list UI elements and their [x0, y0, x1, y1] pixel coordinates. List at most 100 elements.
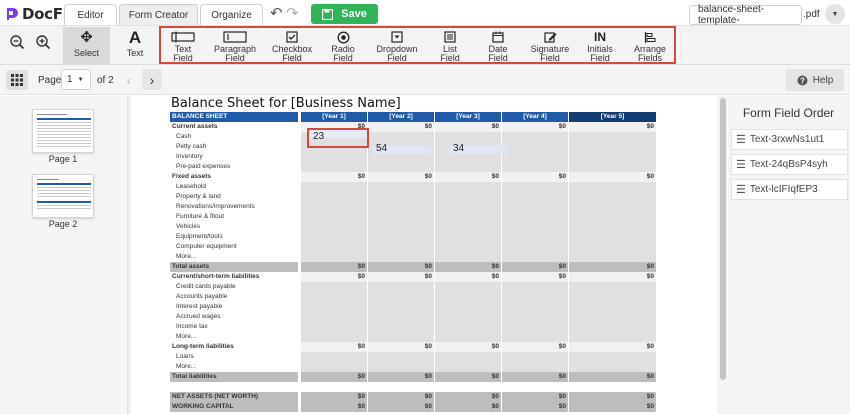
form-field-item-label: Text-24qBsP4syh	[749, 159, 828, 170]
document-viewport[interactable]: Balance Sheet for [Business Name] BALANC…	[128, 96, 718, 414]
form-field-item[interactable]: ☰ Text-24qBsP4syh	[731, 154, 848, 175]
row-label: Income tax	[176, 323, 208, 330]
row-value-cell	[568, 162, 656, 172]
zoom-in-icon[interactable]	[33, 32, 53, 52]
dropdown-field-tool[interactable]: Dropdown Field	[371, 27, 423, 64]
checkbox-field-tool[interactable]: Checkbox Field	[268, 27, 316, 64]
arrange-fields-tool[interactable]: Arrange Fields	[627, 27, 673, 64]
file-extension: .pdf	[803, 9, 820, 20]
row-value-cell: $0	[501, 272, 568, 282]
text-field-icon	[171, 29, 195, 45]
initials-field-tool[interactable]: IN Initials Field	[579, 27, 621, 64]
form-field-item[interactable]: ☰ Text-3rxwNs1ut1	[731, 129, 848, 150]
row-value-cell	[434, 242, 501, 252]
row-value-cell	[367, 302, 434, 312]
prev-page-icon[interactable]: ‹	[119, 69, 139, 90]
page-thumbnail-label-1: Page 1	[48, 154, 78, 164]
initials-field-label: Initials Field	[587, 44, 613, 63]
document-page: Balance Sheet for [Business Name] BALANC…	[131, 96, 717, 414]
row-value-cell	[434, 212, 501, 222]
table-row: Total assets $0 $0 $0 $0 $0	[170, 262, 656, 272]
page-select[interactable]: 1 ▼	[61, 69, 91, 90]
text-field-tool[interactable]: Text Field	[162, 27, 204, 64]
paragraph-field-tool[interactable]: Paragraph Field	[208, 27, 262, 64]
table-row: Income tax	[170, 322, 656, 332]
row-label: Computer equipment	[176, 243, 237, 250]
row-value-cell	[367, 312, 434, 322]
save-icon	[322, 8, 334, 20]
row-value-cell	[568, 332, 656, 342]
undo-icon[interactable]: ↶	[270, 6, 283, 22]
row-value-cell	[434, 252, 501, 262]
save-button[interactable]: Save	[311, 4, 378, 24]
signature-field-tool[interactable]: Signature Field	[525, 27, 575, 64]
page-label: Page	[38, 75, 62, 86]
list-field-tool[interactable]: List Field	[429, 27, 471, 64]
row-value-cell: $0	[434, 172, 501, 182]
row-label: Long-term liabilities	[172, 343, 234, 350]
row-value-cell: $0	[367, 262, 434, 272]
table-row: Furniture & fitout	[170, 212, 656, 222]
help-button[interactable]: ? Help	[786, 69, 844, 91]
chevron-down-icon[interactable]: ▼	[825, 4, 845, 24]
row-label: Equipment/tools	[176, 233, 223, 240]
row-value-cell	[300, 382, 367, 392]
redo-icon[interactable]: ↷	[286, 6, 299, 22]
row-label: Current/short-term liabilities	[172, 273, 260, 280]
row-value-cell	[501, 232, 568, 242]
row-label: Fixed assets	[172, 173, 212, 180]
row-value-cell	[568, 212, 656, 222]
text-tool[interactable]: A Text	[114, 27, 156, 64]
row-value-cell	[300, 192, 367, 202]
drag-handle-icon[interactable]: ☰	[736, 158, 746, 171]
row-label: Interest payable	[176, 303, 223, 310]
next-page-icon[interactable]: ›	[142, 69, 162, 90]
row-value-cell	[434, 292, 501, 302]
table-header-label: BALANCE SHEET	[170, 112, 298, 122]
row-value-cell	[300, 232, 367, 242]
table-row: Total liabilities $0 $0 $0 $0 $0	[170, 372, 656, 382]
row-value-cell	[300, 152, 367, 162]
row-value-cell	[300, 282, 367, 292]
tab-editor[interactable]: Editor	[64, 4, 117, 26]
text-field-label: Text Field	[173, 44, 193, 63]
drag-handle-icon[interactable]: ☰	[736, 133, 746, 146]
tab-organize[interactable]: Organize	[200, 4, 263, 26]
row-value-cell	[568, 142, 656, 152]
row-label: Credit cards payable	[176, 283, 236, 290]
row-value-cell: $0	[434, 272, 501, 282]
row-value-cell	[501, 352, 568, 362]
row-value-cell: $0	[434, 402, 501, 412]
filename-input[interactable]: balance-sheet-template-	[689, 4, 802, 26]
row-value-cell: $0	[367, 372, 434, 382]
row-value-cell	[367, 292, 434, 302]
row-value-cell	[568, 362, 656, 372]
row-value-cell: $0	[367, 172, 434, 182]
row-value-cell	[300, 252, 367, 262]
row-value-cell: $0	[300, 392, 367, 402]
row-value-cell	[367, 382, 434, 392]
row-value-cell: $0	[568, 172, 656, 182]
drag-handle-icon[interactable]: ☰	[736, 183, 746, 196]
table-row: Computer equipment	[170, 242, 656, 252]
row-value-cell: $0	[568, 122, 656, 132]
row-value-cell	[300, 302, 367, 312]
scrollbar-thumb[interactable]	[720, 98, 726, 380]
document-title: Balance Sheet for [Business Name]	[171, 96, 401, 111]
table-row: More...	[170, 332, 656, 342]
page-thumbnail-2[interactable]	[32, 174, 94, 218]
row-label: Leasehold	[176, 183, 206, 190]
balance-sheet-table: BALANCE SHEET [Year 1] [Year 2] [Year 3]…	[170, 112, 656, 412]
radio-field-tool[interactable]: Radio Field	[322, 27, 364, 64]
date-field-tool[interactable]: Date Field	[477, 27, 519, 64]
zoom-out-icon[interactable]	[7, 32, 27, 52]
form-field-item[interactable]: ☰ Text-lcIFIqfEP3	[731, 179, 848, 200]
select-tool[interactable]: ✥ Select	[63, 27, 110, 64]
row-value-cell: $0	[501, 172, 568, 182]
page-thumbnail-1[interactable]	[32, 109, 94, 153]
row-value-cell: $0	[568, 392, 656, 402]
tab-form-creator[interactable]: Form Creator	[119, 4, 198, 26]
checkbox-icon	[286, 29, 298, 45]
row-label: Total assets	[170, 262, 298, 272]
grid-view-icon[interactable]	[6, 70, 28, 90]
